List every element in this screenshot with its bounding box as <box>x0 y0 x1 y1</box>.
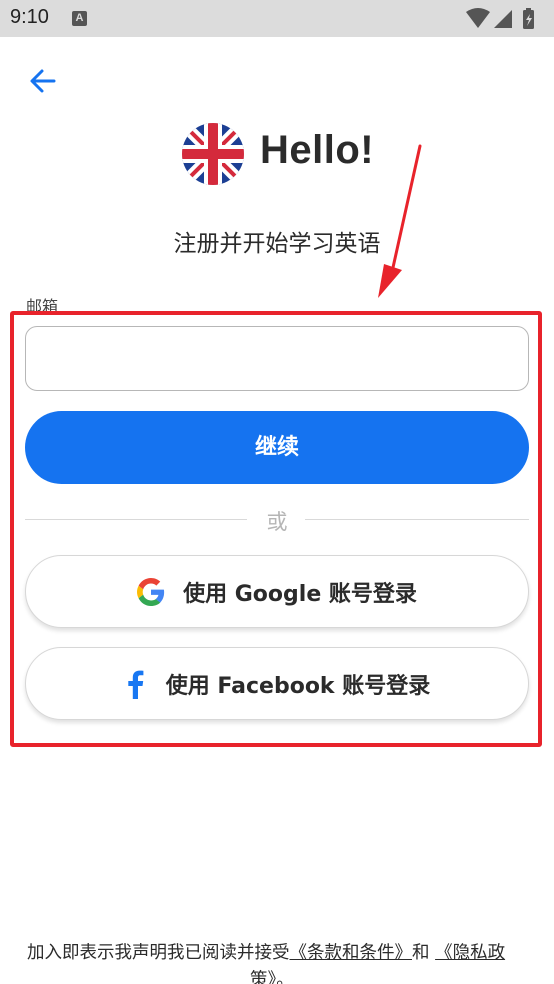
privacy-link[interactable]: 《隐私政 <box>435 943 505 963</box>
footer-prefix: 加入即表示我声明我已阅读并接受 <box>27 943 290 963</box>
annotation-arrow <box>378 144 422 298</box>
continue-button[interactable]: 继续 <box>25 411 529 484</box>
google-icon <box>137 577 165 606</box>
divider-line-right <box>305 519 529 520</box>
terms-link[interactable]: 《条款和条件》 <box>290 943 413 963</box>
back-button[interactable] <box>24 62 64 102</box>
google-login-label: 使用 Google 账号登录 <box>183 581 417 607</box>
divider-line-left <box>25 519 247 520</box>
facebook-login-button[interactable]: 使用 Facebook 账号登录 <box>25 647 529 720</box>
google-login-button[interactable]: 使用 Google 账号登录 <box>25 555 529 628</box>
status-bar: 9:10 A <box>0 0 554 37</box>
arrow-left-icon <box>30 69 56 93</box>
divider-text: 或 <box>266 510 288 534</box>
footer-line-1: 加入即表示我声明我已阅读并接受《条款和条件》和 《隐私政 <box>27 939 505 968</box>
notification-icon: A <box>72 11 87 26</box>
status-icons <box>466 8 534 29</box>
signal-icon <box>494 10 512 28</box>
wifi-icon <box>466 8 490 28</box>
facebook-icon <box>128 670 144 699</box>
email-field[interactable] <box>25 326 529 391</box>
privacy-link-continued[interactable]: 策》 <box>250 970 276 984</box>
facebook-login-label: 使用 Facebook 账号登录 <box>165 673 431 699</box>
footer-suffix: 。 <box>276 970 294 984</box>
footer-conjunction: 和 <box>412 943 430 963</box>
page-title: Hello! <box>260 128 375 172</box>
uk-flag-icon <box>182 123 244 185</box>
footer-line-2: 策》。 <box>250 966 294 984</box>
subtitle: 注册并开始学习英语 <box>173 231 381 257</box>
status-time: 9:10 <box>10 6 49 28</box>
